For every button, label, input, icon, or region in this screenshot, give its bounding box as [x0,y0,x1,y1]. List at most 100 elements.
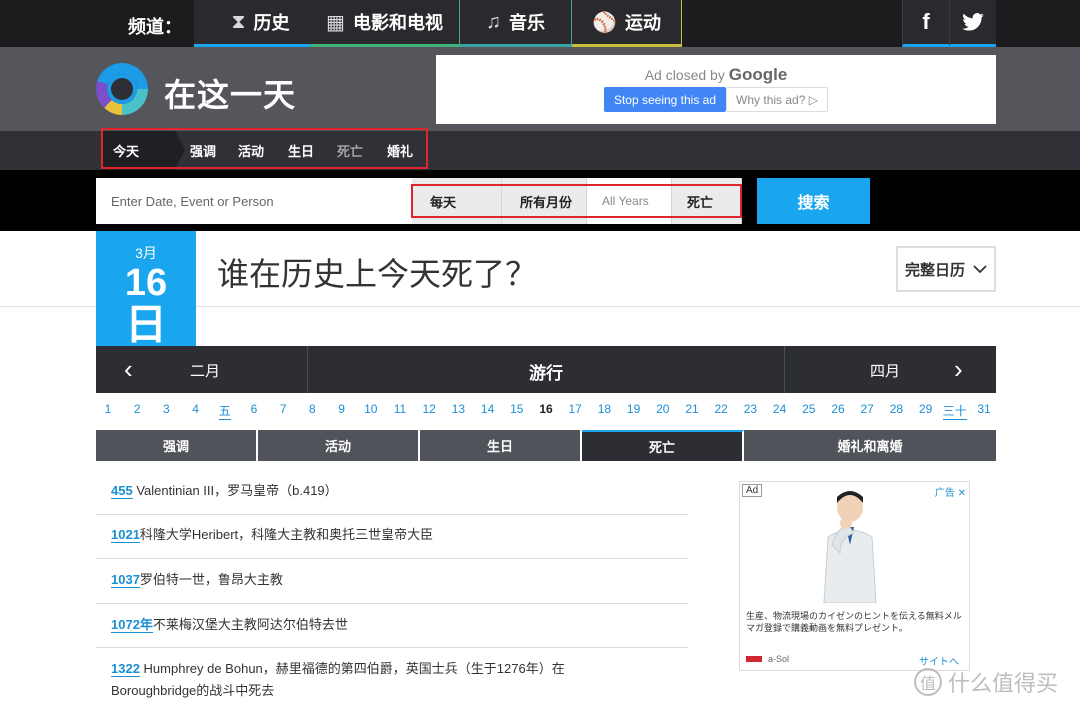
search-input[interactable] [96,178,412,224]
entry-year-link[interactable]: 1021 [111,527,140,543]
subnav-deaths[interactable]: 死亡 [337,131,363,170]
ad-closed-text: Ad closed by Google [436,65,996,85]
channel-music[interactable]: ♫ 音乐 [460,0,572,47]
stop-seeing-ad-button[interactable]: Stop seeing this ad [604,87,726,112]
day-link[interactable]: 16 [539,402,552,416]
day-link[interactable]: 19 [627,402,640,416]
day-link[interactable]: 17 [569,402,582,416]
watermark: 值 什么值得买 [914,666,1058,698]
date-badge: 3月 16 日 [96,231,196,349]
channel-history-label: 历史 [253,13,290,33]
site-logo[interactable] [96,63,148,115]
ad-badge: Ad [742,484,763,497]
channel-film-tv-label: 电影和电视 [352,13,443,33]
chevron-down-icon [973,265,987,274]
twitter-icon [962,13,984,31]
page-title: 谁在历史上今天死了？ [217,256,538,292]
day-link[interactable]: 31 [977,402,990,416]
day-link[interactable]: 22 [715,402,728,416]
day-link[interactable]: 25 [802,402,815,416]
day-link[interactable]: 23 [744,402,757,416]
tab-births[interactable]: 生日 [420,430,582,461]
day-link[interactable]: 18 [598,402,611,416]
entry-year-link[interactable]: 1037 [111,572,140,588]
list-item: 1037罗伯特一世，鲁昂大主教 [96,569,688,604]
list-item: 1021科隆大学Heribert，科隆大主教和奥托三世皇帝大臣 [96,524,688,559]
sub-navigation: 今天 强调 活动 生日 死亡 婚礼 [0,131,1080,170]
google-logo: Google [728,65,788,84]
next-month-button[interactable]: 四月 [870,360,900,381]
search-button[interactable]: 搜索 [757,178,870,224]
filter-day[interactable]: 每天 [412,178,502,224]
day-link[interactable]: 29 [919,402,932,416]
entry-text: 罗伯特一世，鲁昂大主教 [139,572,283,587]
day-link[interactable]: 14 [481,402,494,416]
subnav-weddings[interactable]: 婚礼 [387,131,413,170]
day-link[interactable]: 10 [364,402,377,416]
day-link[interactable]: 27 [861,402,874,416]
day-link[interactable]: 6 [251,402,258,416]
entry-text: 不莱梅汉堡大主教阿达尔伯特去世 [152,617,348,632]
day-link[interactable]: 13 [452,402,465,416]
day-link[interactable]: 12 [423,402,436,416]
ad-person-image [823,491,877,603]
tab-highlights[interactable]: 强调 [96,430,258,461]
day-link[interactable]: 24 [773,402,786,416]
day-selector: 1 2 3 4 五 6 7 8 9 10 11 12 13 14 15 16 17 18 19 20 21 22 23 24 2… [96,402,996,420]
day-link[interactable]: 8 [309,402,316,416]
day-link[interactable]: 20 [656,402,669,416]
filter-year[interactable]: All Years [587,178,672,224]
tab-deaths[interactable]: 死亡 [582,430,744,461]
filter-category[interactable]: 死亡 [672,178,742,224]
ad-description: 生産、物流現場のカイゼンのヒントを伝える無料メルマガ登録で購義動画を無料プレゼン… [746,611,962,633]
tab-weddings-divorces[interactable]: 婚礼和离婚 [744,430,996,461]
facebook-button[interactable]: f [902,0,949,47]
twitter-button[interactable] [949,0,996,47]
month-nav-divider [784,346,785,393]
tab-events[interactable]: 活动 [258,430,420,461]
day-link[interactable]: 2 [134,402,141,416]
channel-history[interactable]: ⧗ 历史 [194,0,328,47]
day-link[interactable]: 3 [163,402,170,416]
day-link[interactable]: 9 [338,402,345,416]
site-title[interactable]: 在这一天 [164,70,296,116]
day-link[interactable]: 28 [890,402,903,416]
subnav-highlights[interactable]: 强调 [190,131,216,170]
date-month: 3月 [135,245,157,261]
entry-text: 科隆大学Heribert，科隆大主教和奥托三世皇帝大臣 [139,527,434,542]
day-link[interactable]: 7 [280,402,287,416]
entry-year-link[interactable]: 1322 [111,661,140,677]
day-link[interactable]: 1 [105,402,112,416]
subnav-today[interactable]: 今天 [103,131,185,170]
ball-icon: ⚾ [592,11,617,34]
day-link[interactable]: 26 [831,402,844,416]
ad-brand-logo [746,656,762,662]
day-link[interactable]: 21 [685,402,698,416]
entry-year-link[interactable]: 455 [111,483,133,499]
ad-choices-close[interactable]: 广告 ✕ [935,484,966,499]
why-this-ad-button[interactable]: Why this ad? ▷ [726,87,828,112]
subnav-events[interactable]: 活动 [238,131,264,170]
channel-bar: 频道： ⧗ 历史 ▦ 电影和电视 ♫ 音乐 ⚾ 运动 f [0,0,1080,47]
day-link[interactable]: 15 [510,402,523,416]
day-link[interactable]: 五 [218,402,231,420]
side-advertisement[interactable]: Ad 广告 ✕ 生産、物流現場のカイゼンのヒントを伝える無料メルマガ登録で購義動… [739,481,970,671]
channel-sport-label: 运动 [624,13,661,33]
ad-closed-banner: Ad closed by Google Stop seeing this ad … [436,55,996,124]
day-link[interactable]: 三十 [942,402,967,420]
current-month-label: 游行 [529,364,563,383]
entry-text: Valentinian III，罗马皇帝（b.419） [132,483,338,498]
channel-label: 频道： [128,17,182,37]
entry-year-link[interactable]: 1072年 [111,617,153,633]
channel-sport[interactable]: ⚾ 运动 [572,0,682,47]
filter-month[interactable]: 所有月份 [502,178,587,224]
full-calendar-button[interactable]: 完整日历 [896,246,996,292]
day-link[interactable]: 4 [192,402,199,416]
day-link[interactable]: 11 [394,402,406,416]
subnav-births[interactable]: 生日 [288,131,314,170]
list-item: 1322 Humphrey de Bohun，赫里福德的第四伯爵，英国士兵（生于… [96,658,596,706]
film-icon: ▦ [326,11,345,34]
list-item: 455 Valentinian III，罗马皇帝（b.419） [96,480,688,515]
channel-film-tv[interactable]: ▦ 电影和电视 [310,0,460,47]
chevron-right-icon[interactable]: › [954,354,963,385]
